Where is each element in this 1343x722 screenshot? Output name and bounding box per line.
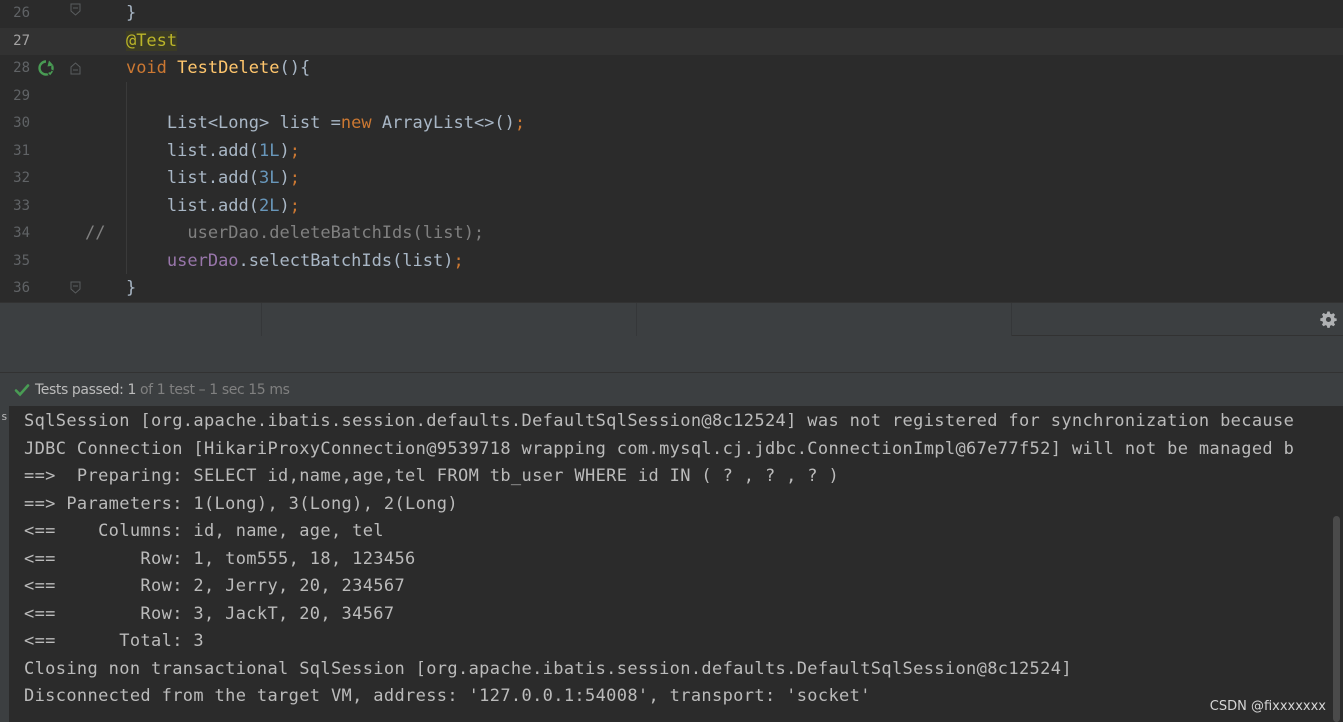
code-line[interactable]: 34 // userDao.deleteBatchIds(list); xyxy=(0,220,1343,248)
console-line: <== Row: 3, JackT, 20, 34567 xyxy=(24,603,395,624)
code-text: void TestDelete(){ xyxy=(85,55,310,83)
code-text: @Test xyxy=(85,28,178,56)
code-token: ; xyxy=(514,113,526,133)
code-token: list.add( xyxy=(85,195,259,216)
code-token: 3L xyxy=(259,168,280,188)
code-line[interactable]: 32 list.add(3L); xyxy=(0,165,1343,193)
console-side-strip: s xyxy=(0,406,9,722)
console-line: Disconnected from the target VM, address… xyxy=(24,686,871,706)
code-text: userDao.selectBatchIds(list); xyxy=(85,248,464,276)
check-icon xyxy=(14,384,30,397)
code-text: } xyxy=(85,275,136,302)
test-status-count: 1 xyxy=(127,382,136,398)
console-line: <== Columns: id, name, age, tel xyxy=(24,521,384,541)
line-number: 32 xyxy=(13,170,30,186)
watermark: CSDN @fixxxxxxx xyxy=(1209,699,1326,714)
code-token: // userDao.deleteBatchIds(list); xyxy=(85,223,485,243)
console-scrollbar-thumb[interactable] xyxy=(1333,516,1340,722)
line-number: 36 xyxy=(13,280,30,296)
console-line: ==> Preparing: SELECT id,name,age,tel FR… xyxy=(24,466,840,486)
code-text: // userDao.deleteBatchIds(list); xyxy=(85,220,484,248)
code-text: List<Long> list =new ArrayList<>(); xyxy=(85,110,525,138)
code-token: ; xyxy=(289,168,300,188)
code-editor[interactable]: 26 } 27 @Test 28 void TestDelete(){29 30 Li… xyxy=(0,0,1343,302)
line-number: 35 xyxy=(13,252,30,269)
code-token: list.add( xyxy=(85,168,259,188)
tool-tab-slot[interactable] xyxy=(262,303,637,337)
code-token: ; xyxy=(289,195,300,216)
gear-icon[interactable] xyxy=(1320,311,1337,328)
code-token: void xyxy=(125,58,178,78)
code-text: list.add(3L); xyxy=(85,165,300,193)
console-line: <== Row: 2, Jerry, 20, 234567 xyxy=(24,576,406,596)
console-line: JDBC Connection [HikariProxyConnection@9… xyxy=(24,438,1295,459)
test-status-label: Tests passed: xyxy=(35,382,128,398)
code-token: } xyxy=(85,3,137,23)
code-token: list.add( xyxy=(85,140,259,161)
code-line[interactable]: 30 List<Long> list =new ArrayList<>(); xyxy=(0,110,1343,138)
console-line: Closing non transactional SqlSession [or… xyxy=(24,658,1072,679)
code-line[interactable]: 26 } xyxy=(0,0,1343,28)
line-number: 26 xyxy=(13,5,30,21)
test-status-text: Tests passed: 1 of 1 test – 1 sec 15 ms xyxy=(35,373,290,407)
code-line[interactable]: 27 @Test xyxy=(0,27,1343,56)
console-output[interactable]: s SqlSession [org.apache.ibatis.session.… xyxy=(0,406,1343,722)
console-line: SqlSession [org.apache.ibatis.session.de… xyxy=(24,411,1295,431)
code-token: (){ xyxy=(279,58,311,78)
code-line[interactable]: 33 list.add(2L); xyxy=(0,193,1343,221)
code-line[interactable]: 36 } xyxy=(0,275,1343,302)
code-token: .selectBatchIds(list) xyxy=(238,250,454,271)
toolbar-strip xyxy=(0,336,1343,372)
code-token: 1L xyxy=(259,140,280,161)
test-status-bar: Tests passed: 1 of 1 test – 1 sec 15 ms xyxy=(0,372,1343,406)
line-number: 34 xyxy=(13,225,30,241)
line-number: 31 xyxy=(13,142,30,159)
line-number: 28 xyxy=(13,60,30,76)
line-number: 33 xyxy=(13,197,30,214)
code-token: } xyxy=(85,278,137,298)
code-token: ) xyxy=(279,168,290,188)
code-line[interactable]: 28 void TestDelete(){ xyxy=(0,55,1343,83)
test-status-detail: of 1 test – 1 sec 15 ms xyxy=(135,382,290,398)
console-line: ==> Parameters: 1(Long), 3(Long), 2(Long… xyxy=(24,493,458,514)
code-token: ) xyxy=(279,140,290,161)
line-number: 29 xyxy=(13,87,30,104)
code-text: } xyxy=(85,0,136,28)
line-number: 27 xyxy=(13,32,30,49)
run-tool-window-header xyxy=(0,302,1343,337)
line-number: 30 xyxy=(13,115,30,131)
console-side-glyph: s xyxy=(1,410,8,423)
tool-tab-slot[interactable] xyxy=(0,303,262,337)
code-line[interactable]: 35 userDao.selectBatchIds(list); xyxy=(0,248,1343,276)
code-token: 2L xyxy=(259,195,280,216)
console-line: <== Row: 1, tom555, 18, 123456 xyxy=(24,548,416,569)
code-line[interactable]: 29 xyxy=(0,83,1343,111)
code-token: ) xyxy=(279,195,290,216)
code-token: @Test xyxy=(125,30,178,51)
code-token: new xyxy=(340,113,382,133)
code-line[interactable]: 31 list.add(1L); xyxy=(0,138,1343,166)
code-token: ; xyxy=(289,140,300,161)
code-token: userDao xyxy=(166,250,239,271)
code-token: TestDelete xyxy=(177,58,280,78)
code-token: ArrayList<>() xyxy=(381,113,515,133)
code-token: List<Long> list = xyxy=(85,113,341,133)
code-text: list.add(1L); xyxy=(85,138,300,166)
code-text: list.add(2L); xyxy=(85,193,300,221)
tool-tab-slot[interactable] xyxy=(637,303,1012,337)
code-token: ; xyxy=(453,250,464,271)
console-line: <== Total: 3 xyxy=(24,631,204,651)
console-scrollbar[interactable] xyxy=(1331,516,1343,722)
